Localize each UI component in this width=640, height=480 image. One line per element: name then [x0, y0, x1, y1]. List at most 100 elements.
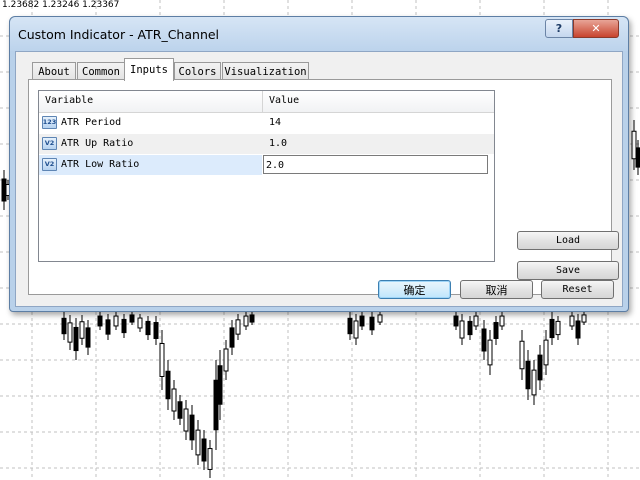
- custom-indicator-dialog: Custom Indicator - ATR_Channel ? ✕ About…: [9, 16, 629, 312]
- candle-body: [189, 414, 195, 441]
- dialog-titlebar[interactable]: Custom Indicator - ATR_Channel ? ✕: [10, 17, 628, 51]
- tab-label: Inputs: [130, 64, 168, 76]
- candle-body: [171, 388, 177, 412]
- candle-body: [223, 348, 229, 372]
- candle-body: [359, 315, 365, 327]
- candle-body: [555, 320, 561, 336]
- candle-body: [353, 320, 359, 339]
- variable-value: 1.0: [269, 138, 288, 149]
- variable-name: ATR Period: [61, 117, 122, 128]
- candle-body: [519, 340, 525, 370]
- candle-body: [537, 354, 543, 381]
- candle-body: [165, 370, 171, 400]
- candle-body: [159, 343, 165, 377]
- candle-body: [453, 315, 459, 327]
- inputs-table: Variable Value 123 ATR Period 14 V2 ATR …: [38, 90, 495, 262]
- button-label: Load: [555, 235, 581, 246]
- table-row[interactable]: V2 ATR Up Ratio 1.0: [39, 134, 494, 154]
- candle-body: [493, 322, 499, 339]
- candle-body: [229, 327, 235, 348]
- tab-colors[interactable]: Colors: [174, 62, 221, 80]
- tab-inputs[interactable]: Inputs: [124, 58, 174, 81]
- candle-body: [85, 327, 91, 348]
- candle-body: [67, 322, 73, 343]
- close-button[interactable]: ✕: [573, 19, 619, 38]
- tab-about[interactable]: About: [32, 62, 76, 80]
- candle-body: [1, 178, 7, 202]
- variable-name: ATR Low Ratio: [61, 159, 140, 170]
- candle-body: [377, 314, 383, 323]
- candle-body: [113, 315, 119, 327]
- candle-body: [531, 369, 537, 396]
- variable-cell[interactable]: 123 ATR Period: [39, 113, 262, 133]
- candle-body: [207, 448, 213, 470]
- variable-value: 14: [269, 117, 282, 128]
- reset-button[interactable]: Reset: [541, 280, 614, 299]
- candle-body: [243, 315, 249, 327]
- dialog-title: Custom Indicator - ATR_Channel: [18, 27, 220, 42]
- column-header-value[interactable]: Value: [269, 95, 299, 106]
- tab-label: About: [38, 65, 70, 78]
- candle-body: [369, 316, 375, 331]
- tab-label: Common: [82, 65, 120, 78]
- candle-body: [499, 315, 505, 327]
- table-row-selected[interactable]: V2 ATR Low Ratio: [39, 155, 494, 175]
- candle-body: [183, 408, 189, 432]
- candle-body: [569, 315, 575, 327]
- candle-body: [481, 328, 487, 352]
- candle-body: [467, 320, 473, 336]
- price-readout: 1.23682 1.23246 1.23367: [2, 0, 120, 10]
- variable-name: ATR Up Ratio: [61, 138, 134, 149]
- column-divider[interactable]: [262, 91, 263, 112]
- candle-body: [581, 314, 587, 323]
- candle-body: [195, 429, 201, 456]
- column-header-variable[interactable]: Variable: [45, 95, 93, 106]
- load-button[interactable]: Load: [517, 231, 619, 250]
- button-label: Reset: [562, 284, 593, 295]
- variable-cell[interactable]: V2 ATR Low Ratio: [39, 155, 262, 175]
- value-cell[interactable]: 1.0: [263, 134, 494, 154]
- candle-body: [79, 321, 85, 339]
- double-type-icon: V2: [42, 158, 57, 171]
- value-cell[interactable]: 14: [263, 113, 494, 133]
- candle-body: [129, 314, 135, 323]
- candle-body: [145, 320, 151, 336]
- candle-body: [543, 339, 549, 366]
- candle-body: [61, 317, 67, 335]
- candle-body: [235, 319, 241, 335]
- candle-body: [177, 401, 183, 419]
- candle-body: [631, 130, 637, 160]
- candle-body: [97, 315, 103, 327]
- candle-body: [347, 317, 353, 335]
- help-button[interactable]: ?: [545, 19, 573, 38]
- double-type-icon: V2: [42, 137, 57, 150]
- value-cell[interactable]: [263, 155, 494, 175]
- save-button[interactable]: Save: [517, 261, 619, 280]
- candle-body: [549, 318, 555, 339]
- table-header: Variable Value: [39, 91, 494, 113]
- button-label: 确定: [403, 283, 426, 297]
- candle-body: [459, 320, 465, 339]
- candle-body: [73, 326, 79, 352]
- candle-body: [153, 322, 159, 339]
- tab-common[interactable]: Common: [77, 62, 125, 80]
- ok-button[interactable]: 确定: [378, 280, 451, 299]
- int-type-icon: 123: [42, 116, 57, 129]
- candle-body: [201, 438, 207, 462]
- tab-visualization[interactable]: Visualization: [222, 62, 309, 80]
- candle-body: [217, 365, 223, 405]
- candle-body: [575, 320, 581, 339]
- tab-label: Colors: [178, 65, 217, 78]
- candle-body: [525, 360, 531, 390]
- candle-body: [249, 314, 255, 323]
- candle-body: [121, 318, 127, 334]
- candle-body: [137, 317, 143, 329]
- variable-cell[interactable]: V2 ATR Up Ratio: [39, 134, 262, 154]
- button-label: Save: [555, 265, 581, 276]
- table-row[interactable]: 123 ATR Period 14: [39, 113, 494, 133]
- cancel-button[interactable]: 取消: [460, 280, 533, 299]
- tab-label: Visualization: [224, 65, 307, 78]
- candle-body: [473, 315, 479, 327]
- candle-body: [635, 147, 640, 168]
- value-edit-field[interactable]: [263, 155, 488, 174]
